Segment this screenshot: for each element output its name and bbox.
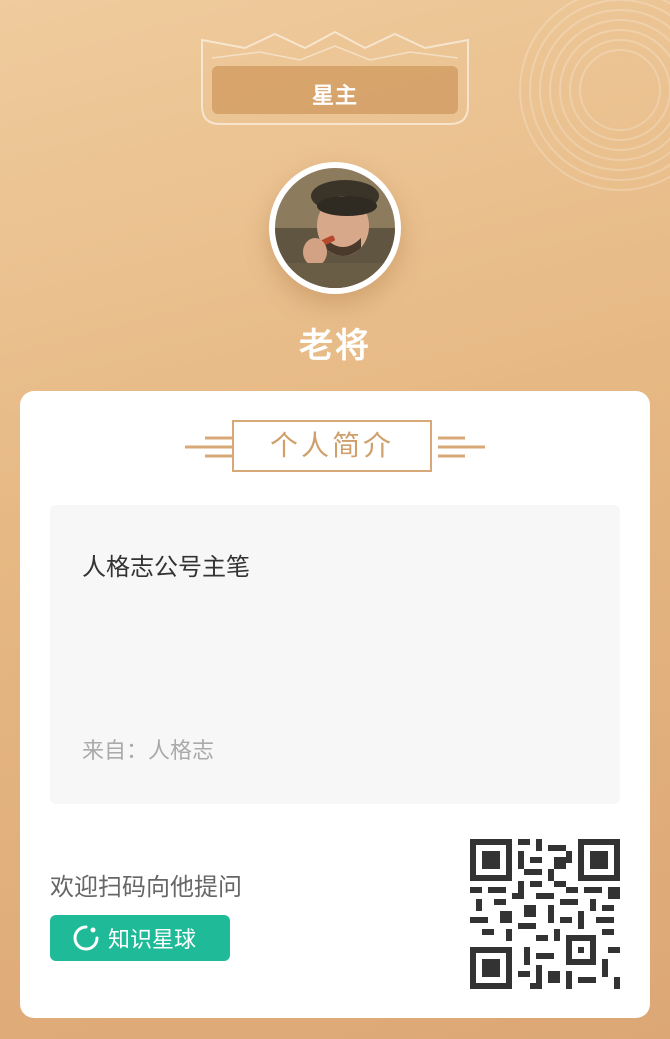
owner-badge: 星主	[200, 28, 470, 128]
decorative-arcs-icon	[519, 0, 670, 191]
invite-text: 欢迎扫码向他提问	[50, 873, 242, 901]
bio-source-label: 来自：	[82, 739, 149, 764]
bio-source: 来自：人格志	[82, 733, 214, 765]
zsxq-button-label: 知识星球	[108, 928, 197, 953]
intro-title: 个人简介	[232, 420, 432, 472]
badge-label: 星主	[311, 84, 358, 109]
zsxq-button[interactable]: 知识星球	[50, 915, 230, 961]
bio-box: 人格志公号主笔 来自：人格志	[50, 505, 620, 804]
bio-text: 人格志公号主笔	[82, 553, 250, 581]
profile-card: 个人简介 人格志公号主笔 来自：人格志 欢迎扫码向他提问 知识星球	[20, 391, 650, 1018]
avatar	[269, 162, 401, 294]
bio-source-value: 人格志	[148, 739, 215, 764]
zsxq-logo-icon	[73, 925, 99, 951]
avatar-image	[275, 168, 395, 288]
qr-code-icon[interactable]	[470, 839, 620, 989]
username: 老将	[299, 326, 371, 366]
intro-section-header: 个人简介	[185, 419, 485, 475]
